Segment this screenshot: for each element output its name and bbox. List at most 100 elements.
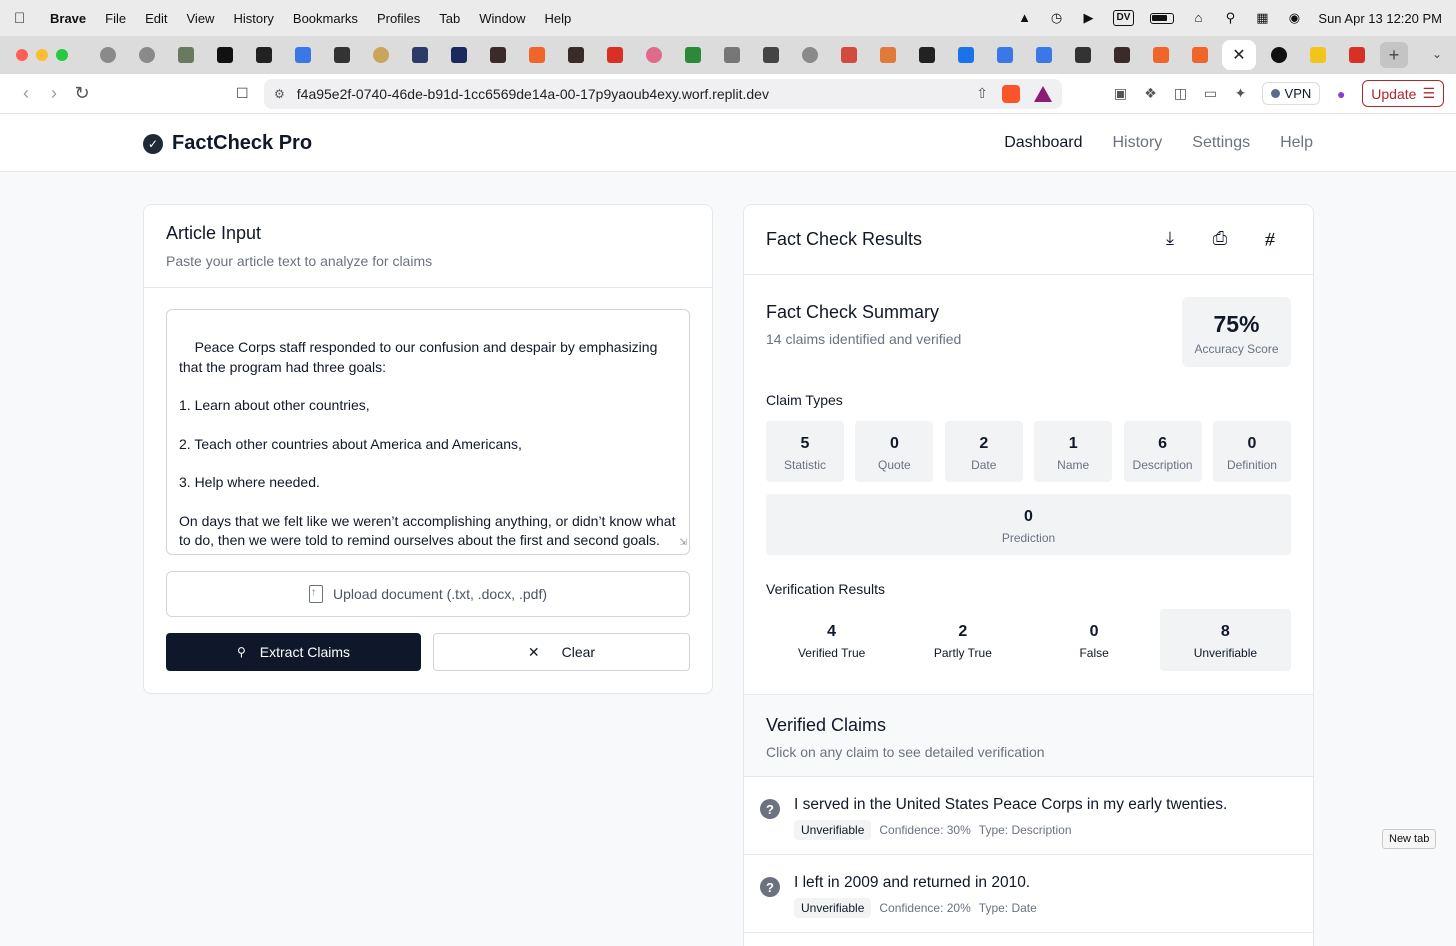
flame-icon[interactable]: ▲ xyxy=(1017,11,1033,25)
tab-favicon-burst-icon[interactable] xyxy=(868,40,907,70)
reload-icon[interactable]: ↻ xyxy=(68,83,96,104)
tab-favicon-gmail-icon[interactable] xyxy=(595,40,634,70)
sidebar-icon[interactable]: ◫ xyxy=(1172,85,1190,102)
tab-favicon-shield-icon[interactable] xyxy=(829,40,868,70)
apple-icon[interactable]:  xyxy=(14,10,32,27)
tab-favicon-globe-icon[interactable] xyxy=(127,40,166,70)
tab-favicon-m-icon[interactable] xyxy=(907,40,946,70)
tab-favicon-ring-icon[interactable] xyxy=(361,40,400,70)
tab-favicon-doc-icon[interactable] xyxy=(985,40,1024,70)
tab-favicon-pin-icon[interactable] xyxy=(1063,40,1102,70)
menu-clock[interactable]: Sun Apr 13 12:20 PM xyxy=(1318,11,1442,26)
claim-confidence: Confidence: 30% xyxy=(879,823,971,837)
tab-favicon-dot-c-icon[interactable] xyxy=(244,40,283,70)
tab-favicon-circle-icon[interactable] xyxy=(1259,40,1298,70)
close-window-button[interactable] xyxy=(16,49,28,61)
extensions-icon[interactable]: ❖ xyxy=(1142,85,1160,102)
tab-favicon-globe-icon[interactable] xyxy=(790,40,829,70)
active-tab-close-icon[interactable]: ✕ xyxy=(1222,40,1256,70)
tab-favicon-orange-icon[interactable] xyxy=(517,40,556,70)
profile-avatar[interactable]: ● xyxy=(1332,86,1350,102)
url-text[interactable]: f4a95e2f-0740-46de-b91d-1cc6569de14a-00-… xyxy=(297,86,769,102)
update-button[interactable]: Update ☰ xyxy=(1362,80,1444,107)
nav-dashboard[interactable]: Dashboard xyxy=(1004,134,1082,152)
claim-item[interactable]: ? I served in the United States Peace Co… xyxy=(744,777,1313,855)
minimize-window-button[interactable] xyxy=(36,49,48,61)
site-settings-icon[interactable]: ⚙ xyxy=(274,87,285,101)
extract-claims-button[interactable]: ⚲ Extract Claims xyxy=(166,633,421,671)
spotlight-search-icon[interactable]: ⚲ xyxy=(1222,11,1238,25)
tab-favicon-doc-icon[interactable] xyxy=(1024,40,1063,70)
status-badge: Unverifiable xyxy=(794,898,872,918)
menu-profiles[interactable]: Profiles xyxy=(377,11,420,26)
tab-favicon-image-icon[interactable] xyxy=(166,40,205,70)
menu-bookmarks[interactable]: Bookmarks xyxy=(293,11,358,26)
article-text[interactable]: Peace Corps staff responded to our confu… xyxy=(179,339,679,548)
toolbar-actions: ▣ ❖ ◫ ▭ ✦ VPN ● Update ☰ xyxy=(1112,80,1444,107)
menu-view[interactable]: View xyxy=(187,11,215,26)
tab-favicon-x-icon[interactable] xyxy=(673,40,712,70)
tab-favicon-square-r-icon[interactable] xyxy=(205,40,244,70)
tab-favicon-pin-icon[interactable] xyxy=(322,40,361,70)
tab-favicon-orange-icon[interactable] xyxy=(1180,40,1219,70)
menu-file[interactable]: File xyxy=(105,11,126,26)
dv-icon[interactable]: DV xyxy=(1112,10,1135,26)
claim-item[interactable]: ? I left in 2009 and returned in 2010. U… xyxy=(744,855,1313,933)
tab-favicon-globe-icon[interactable] xyxy=(88,40,127,70)
tab-favicon-compass-icon[interactable] xyxy=(946,40,985,70)
claim-text[interactable]: I left in 2009 and returned in 2010. xyxy=(794,874,1030,892)
wallet-icon[interactable]: ▭ xyxy=(1202,85,1220,102)
siri-icon[interactable]: ◉ xyxy=(1286,11,1302,25)
brave-rewards-icon[interactable] xyxy=(1034,85,1052,102)
bookmark-icon[interactable]: ☐ xyxy=(236,85,256,102)
claim-type-definition: 0 Definition xyxy=(1212,421,1291,482)
back-arrow-icon[interactable]: ‹ xyxy=(12,83,40,104)
nav-settings[interactable]: Settings xyxy=(1192,134,1250,152)
tab-list-chevron-icon[interactable]: ⌄ xyxy=(1432,47,1442,61)
tab-favicon-heart-icon[interactable] xyxy=(634,40,673,70)
menu-window[interactable]: Window xyxy=(479,11,525,26)
share-icon[interactable]: ⇧ xyxy=(976,85,988,102)
menu-edit[interactable]: Edit xyxy=(145,11,167,26)
menu-history[interactable]: History xyxy=(233,11,273,26)
print-icon[interactable]: ⎙ xyxy=(1209,227,1231,249)
nav-help[interactable]: Help xyxy=(1280,134,1313,152)
upload-document-button[interactable]: Upload document (.txt, .docx, .pdf) xyxy=(166,571,690,617)
menu-help[interactable]: Help xyxy=(545,11,572,26)
claim-text[interactable]: I served in the United States Peace Corp… xyxy=(794,796,1227,814)
brave-shields-icon[interactable] xyxy=(1002,84,1020,103)
new-tab-button[interactable]: + xyxy=(1380,42,1408,68)
wifi-icon[interactable]: ⌂ xyxy=(1190,11,1206,25)
time-machine-icon[interactable]: ◷ xyxy=(1049,11,1065,25)
zoom-window-button[interactable] xyxy=(56,49,68,61)
verified-claims-title: Verified Claims xyxy=(766,715,887,735)
tab-favicon-br-icon[interactable] xyxy=(439,40,478,70)
tab-favicon-orange-icon[interactable] xyxy=(1141,40,1180,70)
clear-button[interactable]: ✕ Clear xyxy=(433,633,690,671)
tab-favicon-tools-icon[interactable] xyxy=(712,40,751,70)
tab-favicon-dark-icon[interactable] xyxy=(1102,40,1141,70)
brand-logo[interactable]: ✓ FactCheck Pro xyxy=(143,132,312,155)
menu-tab[interactable]: Tab xyxy=(439,11,460,26)
tab-favicon-wave-icon[interactable] xyxy=(400,40,439,70)
leo-ai-icon[interactable]: ✦ xyxy=(1232,85,1250,102)
resize-grip-icon[interactable]: ⇲ xyxy=(679,533,687,552)
download-icon[interactable]: ⤓ xyxy=(1159,227,1181,249)
tab-favicon-people-icon[interactable] xyxy=(751,40,790,70)
menu-app-brave[interactable]: Brave xyxy=(50,11,86,26)
tab-favicon-dark-icon[interactable] xyxy=(478,40,517,70)
forward-arrow-icon[interactable]: › xyxy=(40,83,68,104)
share-icon[interactable]: ⧣ xyxy=(1259,227,1281,249)
tab-favicon-dark-icon[interactable] xyxy=(556,40,595,70)
nav-history[interactable]: History xyxy=(1113,134,1163,152)
tab-favicon-doc-icon[interactable] xyxy=(283,40,322,70)
vpn-button[interactable]: VPN xyxy=(1261,82,1321,105)
tab-favicon-yellow-icon[interactable] xyxy=(1298,40,1337,70)
camera-icon[interactable]: ▣ xyxy=(1112,85,1130,102)
battery-icon[interactable] xyxy=(1150,12,1175,24)
control-center-icon[interactable]: ▦ xyxy=(1254,11,1270,25)
play-icon[interactable]: ▶ xyxy=(1081,11,1097,25)
article-textarea[interactable]: Peace Corps staff responded to our confu… xyxy=(166,309,690,555)
address-bar[interactable]: ⚙ f4a95e2f-0740-46de-b91d-1cc6569de14a-0… xyxy=(264,78,1062,109)
tab-favicon-gmail-icon[interactable] xyxy=(1337,40,1376,70)
